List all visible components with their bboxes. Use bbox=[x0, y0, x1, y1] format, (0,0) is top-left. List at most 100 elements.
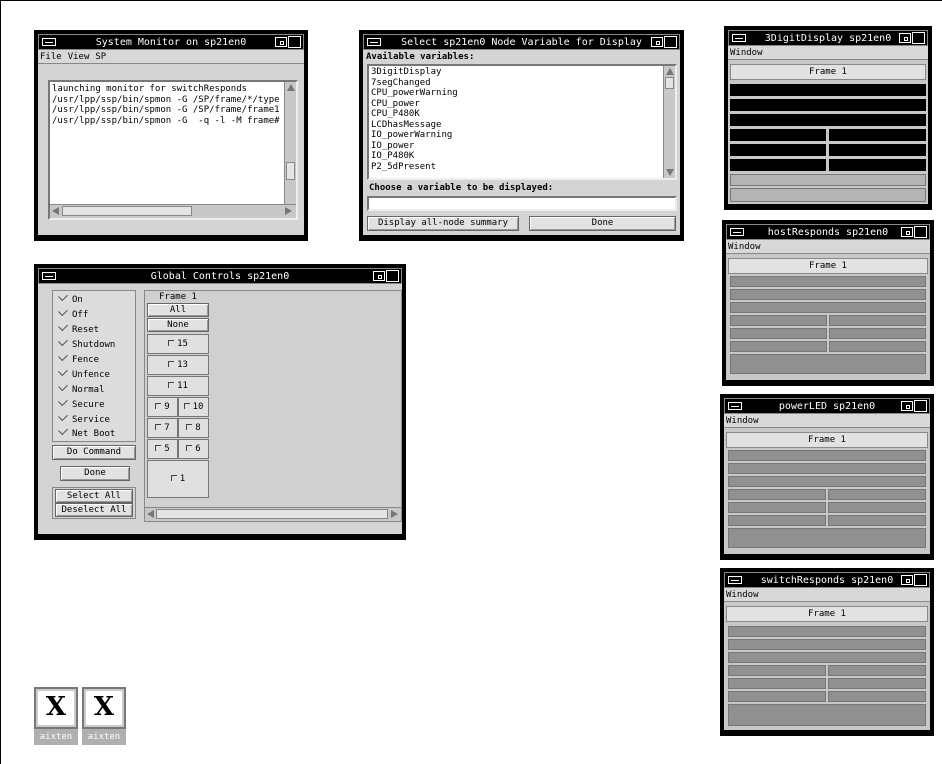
node-cell[interactable] bbox=[728, 450, 926, 461]
variable-list[interactable]: 3DigitDisplay 7segChanged CPU_powerWarni… bbox=[367, 64, 677, 180]
variable-item[interactable]: IO_P480K bbox=[371, 151, 458, 162]
do-command-button[interactable]: Do Command bbox=[52, 445, 136, 460]
scroll-right-arrow[interactable] bbox=[285, 207, 292, 215]
title-bar[interactable]: powerLED sp21en0 bbox=[724, 398, 930, 414]
node-cell[interactable] bbox=[730, 276, 926, 287]
node-10[interactable]: 10 bbox=[178, 397, 209, 417]
vertical-scrollbar[interactable] bbox=[284, 82, 296, 204]
node-cell[interactable] bbox=[728, 502, 826, 513]
scroll-left-arrow[interactable] bbox=[147, 510, 154, 518]
node-cell[interactable] bbox=[730, 302, 926, 313]
node-cell[interactable] bbox=[730, 354, 926, 374]
node-cell[interactable] bbox=[728, 691, 826, 702]
vertical-scrollbar[interactable] bbox=[663, 66, 675, 178]
done-button[interactable]: Done bbox=[529, 216, 676, 231]
scroll-right-arrow[interactable] bbox=[391, 510, 398, 518]
node-8[interactable]: 8 bbox=[178, 418, 209, 438]
node-cell[interactable] bbox=[730, 144, 826, 156]
menu-window[interactable]: Window bbox=[726, 240, 930, 254]
window-menu-icon[interactable] bbox=[730, 228, 744, 236]
minimize-icon[interactable] bbox=[901, 401, 913, 411]
variable-item[interactable]: IO_power bbox=[371, 141, 458, 152]
done-button[interactable]: Done bbox=[60, 466, 130, 481]
horizontal-scrollbar[interactable] bbox=[50, 204, 296, 218]
node-13[interactable]: 13 bbox=[147, 355, 209, 375]
variable-item[interactable]: P2_5dPresent bbox=[371, 162, 458, 173]
node-11[interactable]: 11 bbox=[147, 376, 209, 396]
node-cell[interactable] bbox=[728, 652, 926, 663]
node-cell[interactable] bbox=[829, 144, 926, 156]
node-15[interactable]: 15 bbox=[147, 334, 209, 354]
node-cell[interactable] bbox=[730, 114, 926, 126]
node-cell[interactable] bbox=[728, 704, 926, 726]
node-cell[interactable] bbox=[829, 159, 926, 171]
node-cell[interactable] bbox=[828, 665, 926, 676]
menu-sp[interactable]: SP bbox=[95, 52, 106, 62]
aixterm-icon[interactable]: X aixten bbox=[34, 687, 78, 745]
node-cell[interactable] bbox=[728, 665, 826, 676]
scroll-left-arrow[interactable] bbox=[52, 207, 59, 215]
command-shutdown[interactable]: Shutdown bbox=[58, 336, 115, 353]
node-cell[interactable] bbox=[730, 315, 827, 326]
deselect-all-button[interactable]: Deselect All bbox=[55, 503, 133, 517]
select-all-button[interactable]: Select All bbox=[55, 489, 133, 503]
node-cell[interactable] bbox=[728, 476, 926, 487]
node-9[interactable]: 9 bbox=[147, 397, 178, 417]
node-cell[interactable] bbox=[728, 528, 926, 548]
command-fence[interactable]: Fence bbox=[58, 351, 99, 368]
window-menu-icon[interactable] bbox=[728, 402, 742, 410]
node-cell[interactable] bbox=[828, 691, 926, 702]
display-summary-button[interactable]: Display all-node summary bbox=[367, 216, 519, 231]
variable-item[interactable]: 3DigitDisplay bbox=[371, 67, 458, 78]
scroll-thumb[interactable] bbox=[156, 509, 388, 519]
scroll-thumb[interactable] bbox=[62, 206, 192, 216]
minimize-icon[interactable] bbox=[275, 37, 287, 47]
window-menu-icon[interactable] bbox=[367, 38, 381, 46]
node-cell[interactable] bbox=[730, 328, 827, 339]
variable-item[interactable]: CPU_power bbox=[371, 99, 458, 110]
title-bar[interactable]: Select sp21en0 Node Variable for Display bbox=[363, 34, 680, 50]
node-cell[interactable] bbox=[730, 84, 926, 96]
title-bar[interactable]: 3DigitDisplay sp21en0 bbox=[728, 30, 928, 46]
maximize-icon[interactable] bbox=[386, 270, 399, 282]
node-6[interactable]: 6 bbox=[178, 439, 209, 459]
node-5[interactable]: 5 bbox=[147, 439, 178, 459]
command-secure[interactable]: Secure bbox=[58, 396, 105, 413]
scroll-down-arrow[interactable] bbox=[666, 169, 674, 176]
minimize-icon[interactable] bbox=[901, 575, 913, 585]
variable-item[interactable]: CPU_powerWarning bbox=[371, 88, 458, 99]
node-7[interactable]: 7 bbox=[147, 418, 178, 438]
maximize-icon[interactable] bbox=[912, 32, 925, 44]
title-bar[interactable]: System Monitor on sp21en0 bbox=[38, 34, 304, 50]
variable-item[interactable]: LCDhasMessage bbox=[371, 120, 458, 131]
maximize-icon[interactable] bbox=[288, 36, 301, 48]
command-unfence[interactable]: Unfence bbox=[58, 366, 110, 383]
command-normal[interactable]: Normal bbox=[58, 381, 105, 398]
variable-item[interactable]: CPU_P480K bbox=[371, 109, 458, 120]
minimize-icon[interactable] bbox=[901, 227, 913, 237]
maximize-icon[interactable] bbox=[914, 226, 927, 238]
window-menu-icon[interactable] bbox=[732, 34, 746, 42]
maximize-icon[interactable] bbox=[914, 574, 927, 586]
variable-item[interactable]: 7segChanged bbox=[371, 78, 458, 89]
node-cell[interactable] bbox=[730, 159, 826, 171]
node-cell[interactable] bbox=[730, 341, 827, 352]
title-bar[interactable]: Global Controls sp21en0 bbox=[38, 268, 402, 284]
aixterm-icon[interactable]: X aixten bbox=[82, 687, 126, 745]
minimize-icon[interactable] bbox=[899, 33, 911, 43]
horizontal-scrollbar[interactable] bbox=[145, 507, 401, 521]
title-bar[interactable]: hostResponds sp21en0 bbox=[726, 224, 930, 240]
maximize-icon[interactable] bbox=[664, 36, 677, 48]
menu-window[interactable]: Window bbox=[728, 46, 928, 60]
node-cell[interactable] bbox=[730, 289, 926, 300]
node-cell[interactable] bbox=[828, 678, 926, 689]
menu-window[interactable]: Window bbox=[724, 588, 930, 602]
window-menu-icon[interactable] bbox=[42, 272, 56, 280]
node-cell[interactable] bbox=[728, 463, 926, 474]
node-cell[interactable] bbox=[728, 489, 826, 500]
variable-item[interactable]: IO_powerWarning bbox=[371, 130, 458, 141]
node-cell[interactable] bbox=[728, 626, 926, 637]
node-cell[interactable] bbox=[828, 515, 926, 526]
scroll-up-arrow[interactable] bbox=[666, 68, 674, 75]
scroll-up-arrow[interactable] bbox=[287, 84, 295, 91]
